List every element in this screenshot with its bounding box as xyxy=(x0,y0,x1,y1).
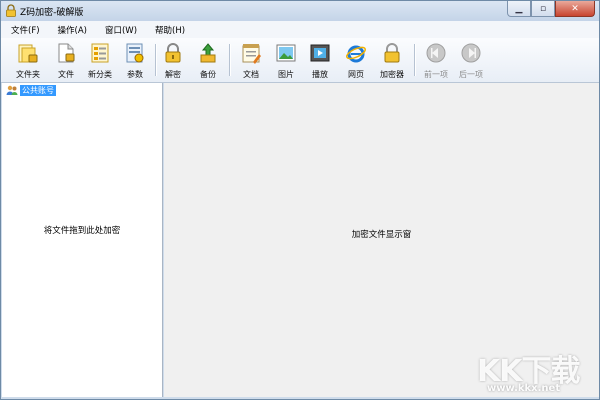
picture-label: 图片 xyxy=(278,70,294,79)
tree-node-public[interactable]: 公共账号 xyxy=(6,84,56,96)
file-label: 文件 xyxy=(58,70,74,79)
document-button[interactable]: 文档 xyxy=(234,40,268,80)
encryptor-button[interactable]: 加密器 xyxy=(375,40,409,80)
app-window: Z码加密-破解版 ▁ ▫ ✕ 文件(F) 操作(A) 窗口(W) 帮助(H) 文… xyxy=(0,0,600,400)
toolbar-separator xyxy=(414,44,416,76)
window-controls: ▁ ▫ ✕ xyxy=(507,1,595,19)
previous-button[interactable]: 前一项 xyxy=(419,40,453,80)
watermark-url: www.kkx.net xyxy=(487,383,561,394)
picture-icon xyxy=(276,44,296,62)
play-button[interactable]: 播放 xyxy=(303,40,337,80)
menu-action[interactable]: 操作(A) xyxy=(50,24,95,36)
drop-hint: 将文件拖到此处加密 xyxy=(43,226,121,236)
folder-button[interactable]: 文件夹 xyxy=(11,40,45,80)
settings-doc-icon xyxy=(126,43,144,63)
folder-lock-icon xyxy=(18,44,38,63)
next-label: 后一项 xyxy=(459,70,483,79)
backup-arrows-icon xyxy=(200,43,216,63)
folder-label: 文件夹 xyxy=(16,70,40,79)
new-category-label: 新分类 xyxy=(88,70,112,79)
padlock-icon xyxy=(165,43,181,63)
picture-button[interactable]: 图片 xyxy=(269,40,303,80)
maximize-button[interactable]: ▫ xyxy=(531,1,555,17)
webpage-button[interactable]: 网页 xyxy=(339,40,373,80)
watermark: KK下载 www.kkx.net xyxy=(477,346,595,398)
backup-button[interactable]: 备份 xyxy=(191,40,225,80)
params-button[interactable]: 参数 xyxy=(118,40,152,80)
new-category-icon xyxy=(91,43,109,63)
menu-help[interactable]: 帮助(H) xyxy=(147,24,193,36)
tree-node-label: 公共账号 xyxy=(20,84,56,96)
previous-label: 前一项 xyxy=(424,70,448,79)
encryptor-lock-icon xyxy=(384,43,400,63)
next-icon xyxy=(461,43,481,63)
maximize-icon: ▫ xyxy=(539,3,547,14)
toolbar-separator xyxy=(229,44,231,76)
minimize-icon: ▁ xyxy=(515,3,523,14)
minimize-button[interactable]: ▁ xyxy=(507,1,531,17)
file-lock-icon xyxy=(58,43,75,63)
film-icon xyxy=(310,44,330,62)
encryptor-label: 加密器 xyxy=(380,70,404,79)
close-button[interactable]: ✕ xyxy=(555,1,595,17)
new-category-button[interactable]: 新分类 xyxy=(83,40,117,80)
lock-app-icon xyxy=(6,4,16,17)
next-button[interactable]: 后一项 xyxy=(454,40,488,80)
notepad-icon xyxy=(242,44,261,64)
webpage-label: 网页 xyxy=(348,70,364,79)
menu-window[interactable]: 窗口(W) xyxy=(97,24,145,36)
previous-icon xyxy=(426,43,446,63)
title-bar[interactable]: Z码加密-破解版 ▁ ▫ ✕ xyxy=(1,1,599,21)
close-icon: ✕ xyxy=(571,3,579,14)
file-button[interactable]: 文件 xyxy=(49,40,83,80)
category-tree-pane[interactable]: 公共账号 将文件拖到此处加密 xyxy=(2,83,163,397)
params-label: 参数 xyxy=(127,70,143,79)
document-label: 文档 xyxy=(243,70,259,79)
decrypt-label: 解密 xyxy=(165,70,181,79)
users-icon xyxy=(6,85,18,95)
toolbar: 文件夹 文件 新分类 参数 解密 备份 文档 图片 播放 网页 加密器 前一项 … xyxy=(1,38,599,83)
menu-bar: 文件(F) 操作(A) 窗口(W) 帮助(H) xyxy=(1,21,599,38)
decrypt-button[interactable]: 解密 xyxy=(156,40,190,80)
play-label: 播放 xyxy=(312,70,328,79)
menu-file[interactable]: 文件(F) xyxy=(3,24,48,36)
window-title: Z码加密-破解版 xyxy=(20,8,84,18)
backup-label: 备份 xyxy=(200,70,216,79)
display-hint: 加密文件显示窗 xyxy=(351,230,412,240)
internet-explorer-icon xyxy=(346,45,366,63)
